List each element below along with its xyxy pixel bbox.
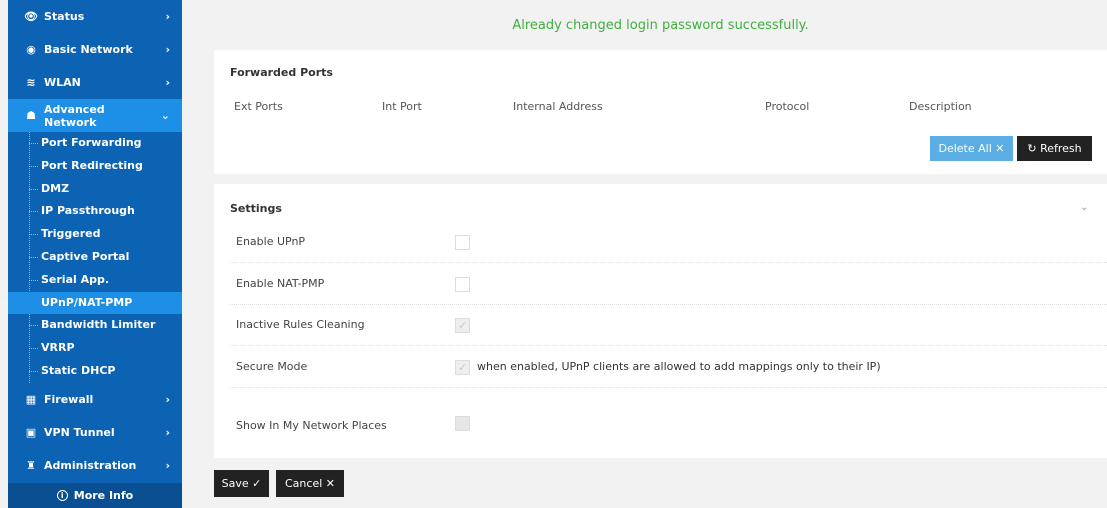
panel-title: Settings — [230, 202, 282, 215]
sub-item-captive-portal[interactable]: Captive Portal — [29, 246, 182, 269]
setting-label: Enable UPnP — [236, 235, 306, 248]
sub-item-bandwidth-limiter[interactable]: Bandwidth Limiter — [29, 314, 182, 337]
setting-label: Inactive Rules Cleaning — [236, 318, 365, 331]
chevron-right-icon: › — [165, 10, 170, 23]
chevron-right-icon: › — [165, 458, 170, 472]
chevron-right-icon: › — [165, 392, 170, 406]
setting-label: Enable NAT-PMP — [236, 277, 325, 290]
nav-basic-network[interactable]: ◉ Basic Network › — [8, 33, 182, 66]
sub-item-static-dhcp[interactable]: Static DHCP — [29, 360, 182, 383]
setting-row-secure-mode: Secure Mode ✓ when enabled, UPnP clients… — [230, 347, 1107, 388]
more-info-label: More Info — [73, 489, 134, 502]
nav-wlan[interactable]: ≋ WLAN › — [8, 66, 182, 99]
setting-label: Show In My Network Places — [236, 419, 387, 432]
more-info-button[interactable]: i More Info — [8, 483, 182, 508]
nav-label: VPN Tunnel — [44, 425, 115, 439]
secure-mode-hint: when enabled, UPnP clients are allowed t… — [477, 360, 881, 373]
sub-item-upnp-nat-pmp[interactable]: UPnP/NAT-PMP — [0, 291, 182, 315]
delete-all-button[interactable]: Delete All ✕ — [930, 136, 1013, 161]
chevron-right-icon: › — [165, 43, 170, 56]
forwarded-ports-panel: Forwarded Ports Ext Ports Int Port Inter… — [214, 50, 1107, 174]
enable-upnp-checkbox[interactable] — [455, 235, 470, 250]
cancel-button[interactable]: Cancel ✕ — [276, 470, 344, 497]
globe-icon: ◉ — [26, 43, 36, 56]
sub-item-port-redirecting[interactable]: Port Redirecting — [29, 155, 182, 178]
info-icon: i — [56, 490, 68, 501]
nav-administration[interactable]: ♜ Administration › — [8, 449, 182, 482]
setting-row-show-in-network-places: Show In My Network Places — [230, 388, 1107, 458]
nav-label: Advanced Network — [44, 102, 105, 129]
inactive-rules-cleaning-checkbox[interactable]: ✓ — [455, 318, 470, 333]
sub-item-port-forwarding[interactable]: Port Forwarding — [29, 132, 182, 155]
admin-icon: ♜ — [26, 458, 36, 472]
setting-row-enable-nat-pmp: Enable NAT-PMP — [230, 264, 1107, 305]
save-button[interactable]: Save ✓ — [214, 470, 269, 497]
nav-status[interactable]: 👁 Status › — [8, 0, 182, 33]
settings-panel: Settings ⌄ Enable UPnP Enable NAT-PMP In… — [214, 184, 1107, 458]
setting-row-inactive-rules-cleaning: Inactive Rules Cleaning ✓ — [230, 305, 1107, 346]
nav-advanced-network[interactable]: ☗ Advanced Network ⌄ — [8, 99, 182, 132]
status-message: Already changed login password successfu… — [512, 18, 809, 33]
chevron-down-icon: ⌄ — [160, 109, 170, 122]
vpn-icon: ▣ — [25, 425, 37, 439]
wifi-icon: ≋ — [26, 76, 36, 89]
column-header: Protocol — [765, 100, 810, 113]
sidebar: 👁 Status › ◉ Basic Network › ≋ WLAN › ☗ … — [0, 0, 182, 508]
column-header: Internal Address — [513, 100, 603, 113]
column-header: Description — [909, 100, 972, 113]
chevron-right-icon: › — [165, 425, 170, 439]
setting-row-enable-upnp: Enable UPnP — [230, 222, 1107, 263]
panel-title: Forwarded Ports — [230, 66, 333, 79]
nav-label: Status — [44, 10, 85, 23]
show-in-network-places-checkbox[interactable] — [455, 416, 470, 431]
chevron-down-icon[interactable]: ⌄ — [1080, 202, 1088, 213]
firewall-icon: ▦ — [25, 392, 37, 406]
sub-item-dmz[interactable]: DMZ — [29, 178, 182, 201]
nav-label: Firewall — [44, 392, 94, 406]
setting-label: Secure Mode — [236, 360, 308, 373]
enable-nat-pmp-checkbox[interactable] — [455, 277, 470, 292]
nav-label: WLAN — [44, 76, 81, 89]
sub-item-ip-passthrough[interactable]: IP Passthrough — [29, 200, 182, 223]
sub-item-serial-app[interactable]: Serial App. — [29, 269, 182, 292]
network-icon: ☗ — [26, 109, 36, 122]
nav-label: Basic Network — [44, 43, 133, 56]
refresh-button[interactable]: ↻ Refresh — [1017, 136, 1092, 161]
nav-firewall[interactable]: ▦ Firewall › — [8, 383, 182, 416]
column-header: Ext Ports — [234, 100, 283, 113]
nav-vpn-tunnel[interactable]: ▣ VPN Tunnel › — [8, 416, 182, 449]
column-header: Int Port — [382, 100, 422, 113]
sub-item-vrrp[interactable]: VRRP — [29, 337, 182, 360]
eye-icon: 👁 — [24, 10, 38, 23]
nav-label: Administration — [44, 458, 137, 472]
chevron-right-icon: › — [165, 76, 170, 89]
submenu: Port Forwarding Port Redirecting DMZ IP … — [0, 132, 182, 383]
secure-mode-checkbox[interactable]: ✓ — [455, 360, 470, 375]
sub-item-triggered[interactable]: Triggered — [29, 223, 182, 246]
